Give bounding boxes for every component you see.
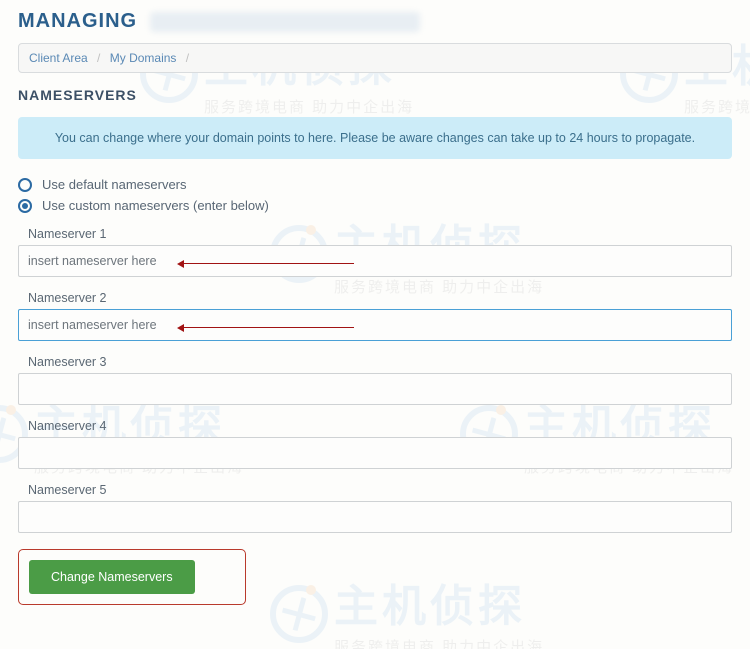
page-title-text: MANAGING xyxy=(18,10,137,32)
section-title: NAMESERVERS xyxy=(18,87,732,103)
ns3-input[interactable] xyxy=(18,373,732,405)
ns4-field-wrap: Nameserver 4 xyxy=(18,419,732,469)
breadcrumb-sep: / xyxy=(91,51,106,65)
ns2-input[interactable] xyxy=(18,309,732,341)
annotation-arrow xyxy=(184,327,354,328)
radio-label: Use default nameservers xyxy=(42,177,187,192)
radio-label: Use custom nameservers (enter below) xyxy=(42,198,269,213)
ns5-field-wrap: Nameserver 5 xyxy=(18,483,732,533)
breadcrumb-my-domains[interactable]: My Domains xyxy=(110,51,177,65)
ns5-input[interactable] xyxy=(18,501,732,533)
radio-default-nameservers[interactable]: Use default nameservers xyxy=(18,177,732,192)
radio-icon xyxy=(18,199,32,213)
ns1-field-wrap: Nameserver 1 xyxy=(18,227,732,277)
watermark: 主机侦探 服务跨境电商 助力中企出海 xyxy=(270,570,544,649)
ns4-label: Nameserver 4 xyxy=(28,419,732,433)
ns1-input[interactable] xyxy=(18,245,732,277)
submit-highlight-box: Change Nameservers xyxy=(18,549,246,605)
ns1-label: Nameserver 1 xyxy=(28,227,732,241)
radio-icon xyxy=(18,178,32,192)
ns4-input[interactable] xyxy=(18,437,732,469)
breadcrumb-client-area[interactable]: Client Area xyxy=(29,51,88,65)
breadcrumb-sep: / xyxy=(180,51,195,65)
breadcrumb: Client Area / My Domains / xyxy=(18,43,732,73)
ns2-label: Nameserver 2 xyxy=(28,291,732,305)
ns3-field-wrap: Nameserver 3 xyxy=(18,355,732,405)
ns5-label: Nameserver 5 xyxy=(28,483,732,497)
info-alert: You can change where your domain points … xyxy=(18,117,732,159)
annotation-arrow xyxy=(184,263,354,264)
redacted-domain xyxy=(150,12,420,32)
radio-custom-nameservers[interactable]: Use custom nameservers (enter below) xyxy=(18,198,732,213)
page-title: MANAGING xyxy=(18,10,732,33)
ns2-field-wrap: Nameserver 2 xyxy=(18,291,732,341)
change-nameservers-button[interactable]: Change Nameservers xyxy=(29,560,195,594)
ns3-label: Nameserver 3 xyxy=(28,355,732,369)
